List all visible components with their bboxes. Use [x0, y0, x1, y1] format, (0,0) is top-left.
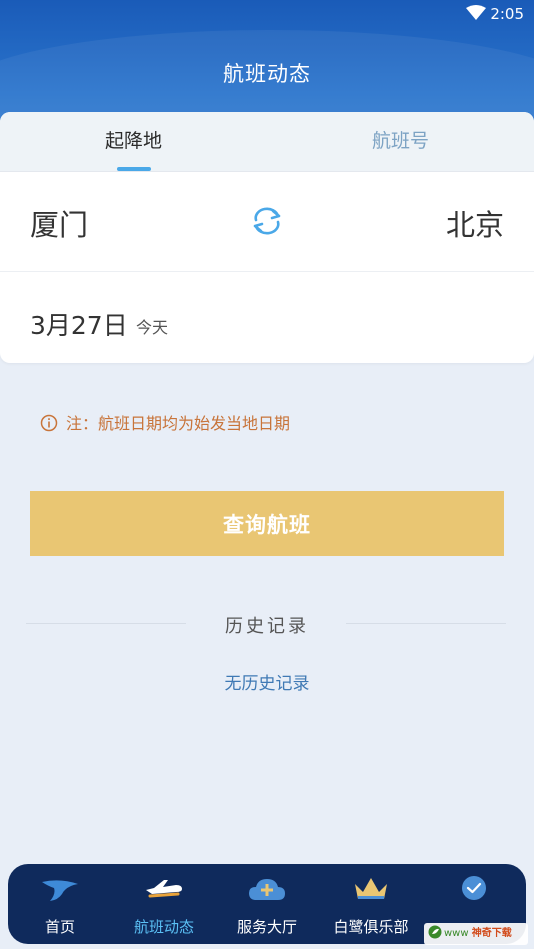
page-title: 航班动态 [223, 62, 311, 86]
tab-flight-number[interactable]: 航班号 [267, 112, 534, 172]
leaf-logo-icon [428, 925, 442, 939]
tab-active-indicator [117, 167, 151, 171]
search-flights-button[interactable]: 查询航班 [30, 491, 504, 556]
date-selector[interactable]: 3月27日 今天 [0, 272, 534, 363]
nav-item-flight-status[interactable]: 航班动态 [112, 864, 216, 944]
history-divider-right [346, 623, 506, 624]
arrival-city[interactable]: 北京 [446, 202, 504, 244]
nav-item-egret-club[interactable]: 白鹭俱乐部 [319, 864, 423, 944]
watermark-prefix: www [444, 928, 469, 939]
nav-label-egret-club: 白鹭俱乐部 [333, 918, 409, 936]
notice-text: 注：航班日期均为始发当地日期 [66, 414, 291, 433]
history-title: 历史记录 [225, 616, 309, 637]
watermark-text: 神奇下载 [471, 928, 512, 939]
search-card: 起降地 航班号 厦门 北京 3月27日 今天 [0, 112, 534, 363]
nav-label-flight-status: 航班动态 [133, 918, 194, 936]
watermark: www 神奇下载 [424, 923, 528, 945]
egret-logo-icon [42, 880, 78, 901]
search-mode-tabs: 起降地 航班号 [0, 112, 534, 172]
nav-label-service-hall: 服务大厅 [236, 918, 297, 936]
profile-icon [462, 876, 486, 900]
nav-label-home: 首页 [44, 918, 75, 936]
swap-arrows-icon[interactable] [248, 206, 286, 236]
airplane-icon [146, 880, 182, 898]
nav-item-service-hall[interactable]: 服务大厅 [215, 864, 319, 944]
history-empty-text: 无历史记录 [224, 674, 310, 694]
nav-item-home[interactable]: 首页 [8, 864, 112, 944]
route-row: 厦门 北京 [0, 172, 534, 272]
cloud-plus-icon [249, 879, 285, 900]
date-value: 3月27日 [30, 311, 128, 340]
date-relative: 今天 [136, 318, 169, 337]
info-icon [40, 414, 58, 432]
crown-icon [355, 878, 387, 899]
date-notice: 注：航班日期均为始发当地日期 [40, 412, 290, 436]
status-time: 2:05 [490, 5, 524, 23]
tab-route[interactable]: 起降地 [0, 112, 267, 172]
status-bar: 2:05 [0, 0, 534, 28]
departure-city[interactable]: 厦门 [30, 202, 88, 244]
wifi-icon [466, 5, 486, 20]
